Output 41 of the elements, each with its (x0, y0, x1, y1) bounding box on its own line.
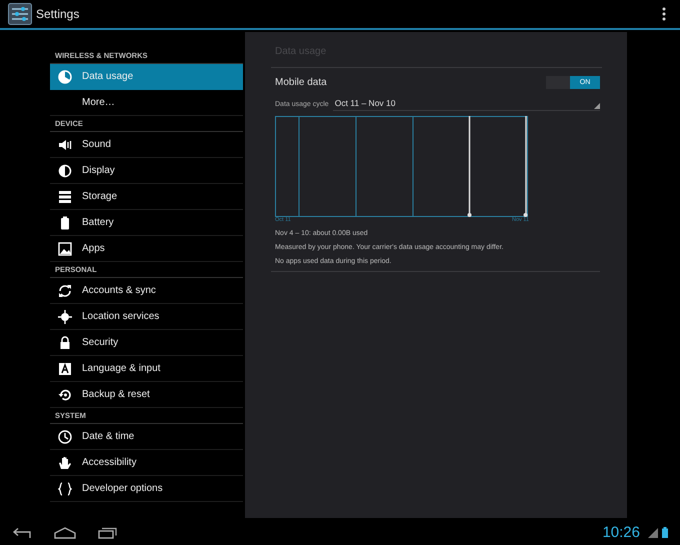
settings-list-item[interactable]: Developer options (50, 476, 243, 502)
settings-list-item[interactable]: Data usage (50, 64, 243, 90)
mobile-data-label: Mobile data (275, 76, 327, 88)
restore-icon (58, 388, 72, 402)
battery-icon (58, 216, 72, 230)
settings-list-item[interactable]: More… (50, 90, 243, 116)
picture-icon (58, 242, 72, 256)
speaker-icon (58, 138, 72, 152)
brightness-icon (58, 164, 72, 178)
home-icon[interactable] (54, 526, 76, 538)
settings-list-item[interactable]: Backup & reset (50, 382, 243, 408)
location-target-icon (58, 310, 72, 324)
lock-icon (58, 336, 72, 350)
settings-list-item[interactable]: Sound (50, 132, 243, 158)
settings-list-item[interactable]: Security (50, 330, 243, 356)
sync-icon (58, 284, 72, 298)
storage-icon (58, 190, 72, 204)
settings-list-item[interactable]: Accounts & sync (50, 278, 243, 304)
app-title: Settings (36, 7, 80, 21)
back-icon[interactable] (12, 526, 32, 538)
settings-list-item[interactable]: Location services (50, 304, 243, 330)
usage-graph-drawing[interactable] (275, 116, 528, 217)
pie-chart-icon (58, 70, 72, 84)
settings-list-item[interactable]: Language & input (50, 356, 243, 382)
settings-list-item[interactable]: Date & time (50, 424, 243, 450)
keyboard-letter-icon (58, 362, 72, 376)
settings-list-item[interactable]: Apps (50, 236, 243, 262)
hand-icon (58, 456, 72, 470)
overflow-menu-icon[interactable] (662, 7, 666, 21)
battery-status-icon (662, 527, 668, 538)
settings-list-item[interactable]: Battery (50, 210, 243, 236)
settings-sliders-icon[interactable] (8, 3, 32, 25)
settings-list-item[interactable]: Display (50, 158, 243, 184)
signal-icon (648, 528, 658, 538)
settings-list-item[interactable]: Storage (50, 184, 243, 210)
braces-icon (58, 482, 72, 496)
cycle-dropdown[interactable]: Oct 11 – Nov 10 (332, 97, 600, 111)
recent-apps-icon[interactable] (98, 526, 118, 538)
settings-list-item[interactable]: Accessibility (50, 450, 243, 476)
clock-icon (58, 430, 72, 444)
clock-time: 10:26 (602, 524, 640, 541)
